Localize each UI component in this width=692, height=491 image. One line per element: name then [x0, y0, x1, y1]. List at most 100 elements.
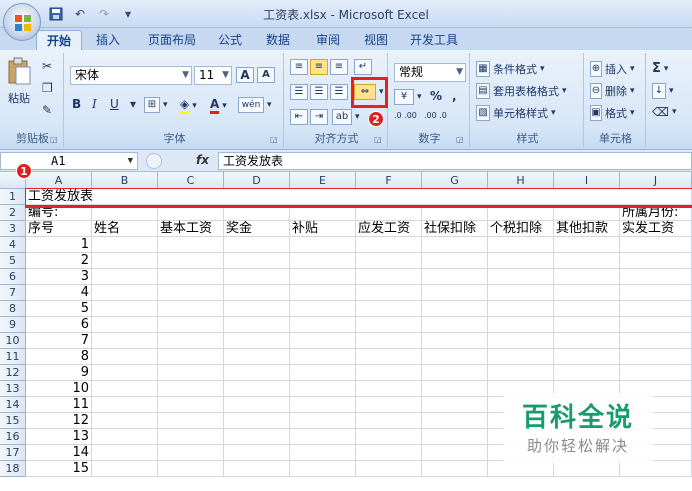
cell-b3[interactable]: 姓名: [92, 221, 158, 237]
cell-e16[interactable]: [290, 429, 356, 445]
cell-f8[interactable]: [356, 301, 422, 317]
cell-h4[interactable]: [488, 237, 554, 253]
fill-color-button[interactable]: ◈ ▾: [180, 97, 197, 114]
delete-cells-button[interactable]: ⊖ 删除 ▾: [590, 83, 635, 99]
cell-b8[interactable]: [92, 301, 158, 317]
cell-j4[interactable]: [620, 237, 692, 253]
cell-a5[interactable]: 2: [26, 253, 92, 269]
cell-c13[interactable]: [158, 381, 224, 397]
cell-a10[interactable]: 7: [26, 333, 92, 349]
format-as-table-button[interactable]: ▤ 套用表格格式 ▾: [476, 83, 567, 99]
format-cells-button[interactable]: ▣ 格式 ▾: [590, 105, 635, 121]
cell-g17[interactable]: [422, 445, 488, 461]
cell-e4[interactable]: [290, 237, 356, 253]
cell-d16[interactable]: [224, 429, 290, 445]
font-color-button[interactable]: A ▾: [210, 97, 227, 114]
cell-e11[interactable]: [290, 349, 356, 365]
cell-i18[interactable]: [554, 461, 620, 477]
cell-c6[interactable]: [158, 269, 224, 285]
row-header-15[interactable]: 15: [0, 413, 26, 429]
cell-c11[interactable]: [158, 349, 224, 365]
cell-g14[interactable]: [422, 397, 488, 413]
cell-h12[interactable]: [488, 365, 554, 381]
row-header-18[interactable]: 18: [0, 461, 26, 477]
cell-f7[interactable]: [356, 285, 422, 301]
row-header-4[interactable]: 4: [0, 237, 26, 253]
tab-view[interactable]: 视图: [354, 30, 398, 50]
cell-c18[interactable]: [158, 461, 224, 477]
row-header-8[interactable]: 8: [0, 301, 26, 317]
cell-h7[interactable]: [488, 285, 554, 301]
cell-g11[interactable]: [422, 349, 488, 365]
cell-b5[interactable]: [92, 253, 158, 269]
cell-h10[interactable]: [488, 333, 554, 349]
cell-g15[interactable]: [422, 413, 488, 429]
currency-button[interactable]: ¥ ▾: [394, 89, 422, 105]
cell-d11[interactable]: [224, 349, 290, 365]
autosum-button[interactable]: Σ ▾: [652, 61, 668, 76]
cell-e7[interactable]: [290, 285, 356, 301]
cell-b15[interactable]: [92, 413, 158, 429]
cell-d10[interactable]: [224, 333, 290, 349]
cell-g10[interactable]: [422, 333, 488, 349]
cell-g4[interactable]: [422, 237, 488, 253]
cell-h18[interactable]: [488, 461, 554, 477]
font-size-select[interactable]: 11 ▼: [194, 66, 232, 85]
italic-button[interactable]: I: [92, 97, 97, 111]
cell-g12[interactable]: [422, 365, 488, 381]
row-header-13[interactable]: 13: [0, 381, 26, 397]
cell-j5[interactable]: [620, 253, 692, 269]
fill-button[interactable]: ↓ ▾: [652, 83, 674, 99]
cell-d13[interactable]: [224, 381, 290, 397]
number-format-select[interactable]: 常规 ▼: [394, 63, 466, 82]
cell-d3[interactable]: 奖金: [224, 221, 290, 237]
cell-d5[interactable]: [224, 253, 290, 269]
row-header-2[interactable]: 2: [0, 205, 26, 221]
cell-b6[interactable]: [92, 269, 158, 285]
cell-e8[interactable]: [290, 301, 356, 317]
cell-j9[interactable]: [620, 317, 692, 333]
cell-h9[interactable]: [488, 317, 554, 333]
underline-button[interactable]: U: [110, 97, 119, 111]
cell-e18[interactable]: [290, 461, 356, 477]
cell-c4[interactable]: [158, 237, 224, 253]
cell-c3[interactable]: 基本工资: [158, 221, 224, 237]
cell-a6[interactable]: 3: [26, 269, 92, 285]
cell-g6[interactable]: [422, 269, 488, 285]
cell-h11[interactable]: [488, 349, 554, 365]
cell-a17[interactable]: 14: [26, 445, 92, 461]
cell-f13[interactable]: [356, 381, 422, 397]
number-launcher-icon[interactable]: ◲: [456, 135, 466, 145]
cell-c7[interactable]: [158, 285, 224, 301]
borders-button[interactable]: ⊞ ▾: [144, 97, 168, 113]
cell-a13[interactable]: 10: [26, 381, 92, 397]
cell-j11[interactable]: [620, 349, 692, 365]
cell-d7[interactable]: [224, 285, 290, 301]
cell-e6[interactable]: [290, 269, 356, 285]
cell-b14[interactable]: [92, 397, 158, 413]
cell-d12[interactable]: [224, 365, 290, 381]
column-header-c[interactable]: C: [158, 172, 224, 189]
underline-dropdown-icon[interactable]: ▾: [130, 97, 136, 111]
decrease-indent-button[interactable]: ⇤: [290, 109, 308, 125]
cell-styles-button[interactable]: ▧ 单元格样式 ▾: [476, 105, 556, 121]
cut-icon[interactable]: ✂: [42, 59, 52, 73]
cell-g18[interactable]: [422, 461, 488, 477]
align-bottom-button[interactable]: ≡: [330, 59, 348, 75]
row-header-14[interactable]: 14: [0, 397, 26, 413]
cell-i8[interactable]: [554, 301, 620, 317]
cell-c8[interactable]: [158, 301, 224, 317]
copy-icon[interactable]: ❐: [42, 81, 53, 95]
align-right-button[interactable]: ☰: [330, 84, 348, 100]
column-header-a[interactable]: A: [26, 172, 92, 189]
cell-g3[interactable]: 社保扣除: [422, 221, 488, 237]
increase-indent-button[interactable]: ⇥: [310, 109, 328, 125]
clipboard-launcher-icon[interactable]: ◲: [50, 135, 60, 145]
cell-i5[interactable]: [554, 253, 620, 269]
cell-e3[interactable]: 补贴: [290, 221, 356, 237]
cell-f12[interactable]: [356, 365, 422, 381]
decrease-decimal-button[interactable]: .00 .0: [424, 111, 447, 120]
column-header-e[interactable]: E: [290, 172, 356, 189]
cell-g8[interactable]: [422, 301, 488, 317]
phonetic-button[interactable]: wén ▾: [238, 97, 272, 113]
